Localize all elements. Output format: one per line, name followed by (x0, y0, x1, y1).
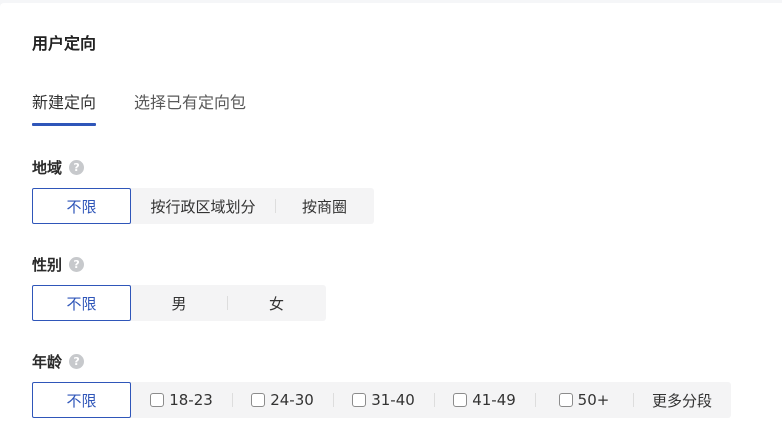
age-41-49-checkbox[interactable] (453, 393, 468, 407)
gender-option-male[interactable]: 男 (131, 285, 227, 321)
gender-label-row: 性别 ? (32, 253, 85, 275)
gender-help-icon[interactable]: ? (69, 256, 85, 272)
age-label-row: 年龄 ? (32, 350, 85, 372)
age-more-segments-button[interactable]: 更多分段 (633, 382, 731, 418)
age-option-18-23[interactable]: 18-23 (131, 382, 232, 418)
age-option-24-30[interactable]: 24-30 (232, 382, 333, 418)
section-title: 用户定向 (32, 34, 97, 53)
gender-option-female[interactable]: 女 (227, 285, 326, 321)
age-24-30-checkbox[interactable] (251, 393, 266, 407)
age-41-49-label: 41-49 (472, 391, 516, 409)
age-option-50-plus[interactable]: 50+ (535, 382, 633, 418)
age-option-41-49[interactable]: 41-49 (434, 382, 535, 418)
region-segmented-control: 不限 按行政区域划分 按商圈 (32, 188, 374, 224)
age-option-unlimited[interactable]: 不限 (32, 382, 131, 418)
age-18-23-checkbox[interactable] (150, 393, 165, 407)
targeting-card: 用户定向 新建定向 选择已有定向包 地域 ? 不限 按行政区域划分 按商圈 性别… (0, 3, 782, 439)
age-50-plus-checkbox[interactable] (558, 393, 573, 407)
age-50-plus-label: 50+ (577, 391, 610, 409)
age-24-30-label: 24-30 (270, 391, 314, 409)
age-help-icon[interactable]: ? (69, 353, 85, 369)
age-31-40-label: 31-40 (371, 391, 415, 409)
gender-label: 性别 (32, 255, 63, 274)
region-option-unlimited[interactable]: 不限 (32, 188, 131, 224)
region-label-row: 地域 ? (32, 156, 85, 178)
region-option-business-district[interactable]: 按商圈 (275, 188, 374, 224)
age-31-40-checkbox[interactable] (352, 393, 367, 407)
targeting-tabs: 新建定向 选择已有定向包 (32, 92, 284, 128)
region-help-icon[interactable]: ? (69, 159, 85, 175)
gender-option-unlimited[interactable]: 不限 (32, 285, 131, 321)
gender-segmented-control: 不限 男 女 (32, 285, 326, 321)
region-label: 地域 (32, 158, 63, 177)
age-label: 年龄 (32, 352, 63, 371)
age-18-23-label: 18-23 (169, 391, 213, 409)
age-option-31-40[interactable]: 31-40 (333, 382, 434, 418)
region-option-administrative[interactable]: 按行政区域划分 (131, 188, 275, 224)
tab-new-targeting[interactable]: 新建定向 (32, 92, 97, 128)
age-segmented-control: 不限 18-23 24-30 31-40 41-49 50+ 更多分段 (32, 382, 731, 418)
tab-existing-package[interactable]: 选择已有定向包 (134, 92, 246, 128)
